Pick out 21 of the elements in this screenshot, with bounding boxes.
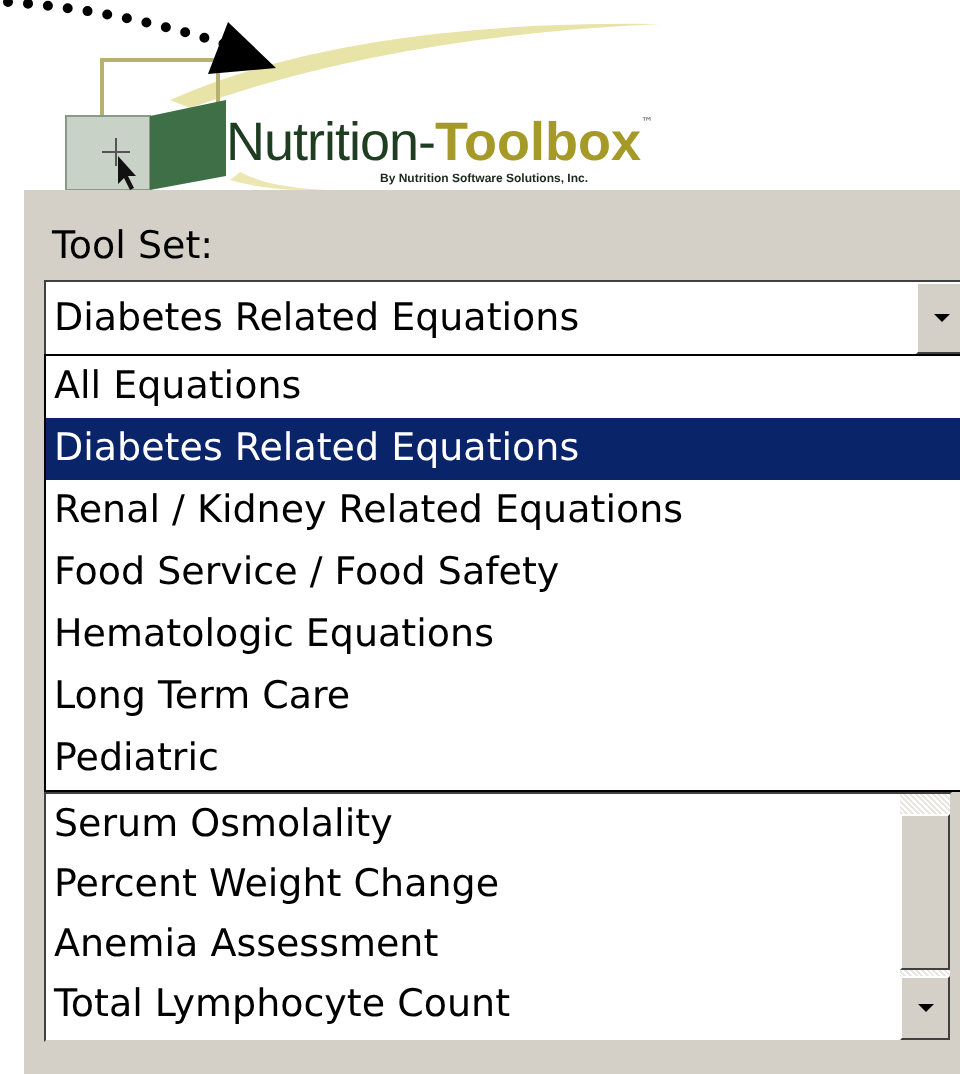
dropdown-option[interactable]: Food Service / Food Safety <box>46 542 960 604</box>
scrollbar[interactable] <box>900 794 950 1040</box>
scroll-thumb[interactable] <box>900 814 950 970</box>
dropdown-option[interactable]: Hematologic Equations <box>46 604 960 666</box>
dropdown-button[interactable] <box>916 282 960 354</box>
logo-highlight-text: Toolbox <box>435 112 642 173</box>
caret-icon <box>933 314 949 322</box>
tool-set-dropdown[interactable]: Diabetes Related Equations <box>44 280 960 356</box>
dropdown-option[interactable]: Renal / Kidney Related Equations <box>46 480 960 542</box>
tool-list-item[interactable]: Anemia Assessment <box>46 914 900 974</box>
logo-text: Nutrition- <box>226 112 436 173</box>
scroll-down-button[interactable] <box>900 976 950 1040</box>
tool-list-item[interactable]: Serum Osmolality <box>46 794 900 854</box>
tool-list-item[interactable]: Total Lymphocyte Count <box>46 974 900 1034</box>
dropdown-option[interactable]: Diabetes Related Equations <box>46 418 960 480</box>
tool-set-label: Tool Set: <box>50 222 216 272</box>
tool-list-item[interactable]: Percent Weight Change <box>46 854 900 914</box>
dropdown-option[interactable]: Pediatric <box>46 728 960 790</box>
dropdown-option[interactable]: All Equations <box>46 356 960 418</box>
dropdown-option[interactable]: Long Term Care <box>46 666 960 728</box>
caret-icon <box>917 1004 933 1012</box>
